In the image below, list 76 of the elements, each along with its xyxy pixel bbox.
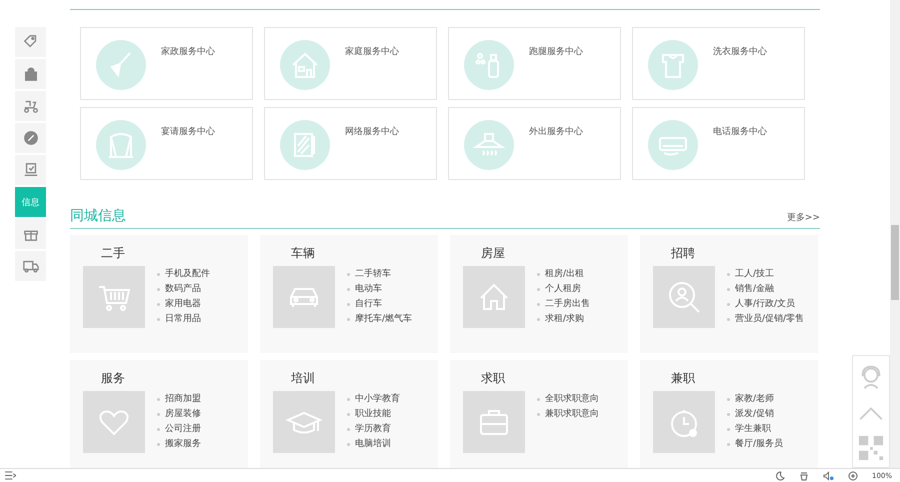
category-link[interactable]: 招商加盟 xyxy=(157,392,245,407)
category-link[interactable]: 工人/技工 xyxy=(727,267,815,282)
category-link[interactable]: 自行车 xyxy=(347,297,435,312)
service-name: 洗衣服务中心 xyxy=(713,46,767,58)
nav-button[interactable] xyxy=(15,155,46,185)
category-link[interactable]: 学生兼职 xyxy=(727,422,815,437)
category-link[interactable]: 二手轿车 xyxy=(347,267,435,282)
service-card[interactable]: 电话服务中心 xyxy=(632,107,805,180)
service-name: 网络服务中心 xyxy=(345,126,399,138)
category-link[interactable]: 求租/求购 xyxy=(537,312,625,327)
section-title: 同城信息 xyxy=(70,208,126,224)
category-link[interactable]: 租房/出租 xyxy=(537,267,625,282)
category-link[interactable]: 房屋装修 xyxy=(157,407,245,422)
category-link[interactable]: 中小学教育 xyxy=(347,392,435,407)
category-link[interactable]: 营业员/促销/零售 xyxy=(727,312,815,327)
service-name: 电话服务中心 xyxy=(713,126,767,138)
service-name: 外出服务中心 xyxy=(529,126,583,138)
category-link[interactable]: 手机及配件 xyxy=(157,267,245,282)
category-link[interactable]: 兼职求职意向 xyxy=(537,407,625,422)
service-card[interactable]: 网络服务中心 xyxy=(264,107,437,180)
nav-button[interactable] xyxy=(15,59,46,89)
category-title[interactable]: 招聘 xyxy=(671,246,818,260)
bottle-icon xyxy=(464,40,514,90)
service-card[interactable]: 家政服务中心 xyxy=(80,27,253,100)
category-title[interactable]: 服务 xyxy=(101,371,248,385)
service-name: 跑腿服务中心 xyxy=(529,46,583,58)
nav-button[interactable] xyxy=(15,219,46,249)
category-title[interactable]: 车辆 xyxy=(291,246,438,260)
scrollbar[interactable] xyxy=(890,0,900,468)
nav-button[interactable] xyxy=(15,91,46,121)
category-link[interactable]: 职业技能 xyxy=(347,407,435,422)
tag-icon xyxy=(22,34,38,50)
category-title[interactable]: 二手 xyxy=(101,246,248,260)
category-link[interactable]: 学历教育 xyxy=(347,422,435,437)
aircon-icon xyxy=(648,120,698,170)
moon-icon[interactable] xyxy=(774,470,785,480)
nav-button[interactable] xyxy=(15,251,46,281)
speaker-icon[interactable] xyxy=(822,470,834,480)
bag-icon xyxy=(22,66,38,82)
category-link[interactable]: 餐厅/服务员 xyxy=(727,437,815,452)
more-link[interactable]: 更多>> xyxy=(786,211,820,224)
service-name: 家政服务中心 xyxy=(161,46,215,58)
category-link[interactable]: 日常用品 xyxy=(157,312,245,327)
category-link[interactable]: 二手房出售 xyxy=(537,297,625,312)
category-title[interactable]: 房屋 xyxy=(481,246,628,260)
category-link[interactable]: 销售/金融 xyxy=(727,282,815,297)
category-title[interactable]: 培训 xyxy=(291,371,438,385)
category-link[interactable]: 搬家服务 xyxy=(157,437,245,452)
category-link[interactable]: 家用电器 xyxy=(157,297,245,312)
category-link[interactable]: 人事/行政/文员 xyxy=(727,297,815,312)
shirt-icon xyxy=(648,40,698,90)
category-link[interactable]: 个人租房 xyxy=(537,282,625,297)
category-link[interactable]: 摩托车/燃气车 xyxy=(347,312,435,327)
checklist-icon xyxy=(22,162,38,178)
zoom-icon[interactable] xyxy=(848,470,858,480)
service-card[interactable]: 宴请服务中心 xyxy=(80,107,253,180)
category-link[interactable]: 公司注册 xyxy=(157,422,245,437)
category-link[interactable]: 电脑培训 xyxy=(347,437,435,452)
category-title[interactable]: 求职 xyxy=(481,371,628,385)
service-name: 家庭服务中心 xyxy=(345,46,399,58)
category-title[interactable]: 兼职 xyxy=(671,371,818,385)
menu-icon[interactable] xyxy=(5,471,16,480)
category-link[interactable]: 全职求职意向 xyxy=(537,392,625,407)
nav-button[interactable] xyxy=(15,27,46,57)
service-card[interactable]: 跑腿服务中心 xyxy=(448,27,621,100)
service-name: 宴请服务中心 xyxy=(161,126,215,138)
category-link[interactable]: 数码产品 xyxy=(157,282,245,297)
category-link[interactable]: 家教/老师 xyxy=(727,392,815,407)
truck-icon xyxy=(22,258,38,274)
nav-button[interactable] xyxy=(15,123,46,153)
category-link[interactable]: 派发/促销 xyxy=(727,407,815,422)
house-icon xyxy=(280,40,330,90)
category-link[interactable]: 电动车 xyxy=(347,282,435,297)
service-card[interactable]: 家庭服务中心 xyxy=(264,27,437,100)
service-card[interactable]: 洗衣服务中心 xyxy=(632,27,805,100)
service-card[interactable]: 外出服务中心 xyxy=(448,107,621,180)
